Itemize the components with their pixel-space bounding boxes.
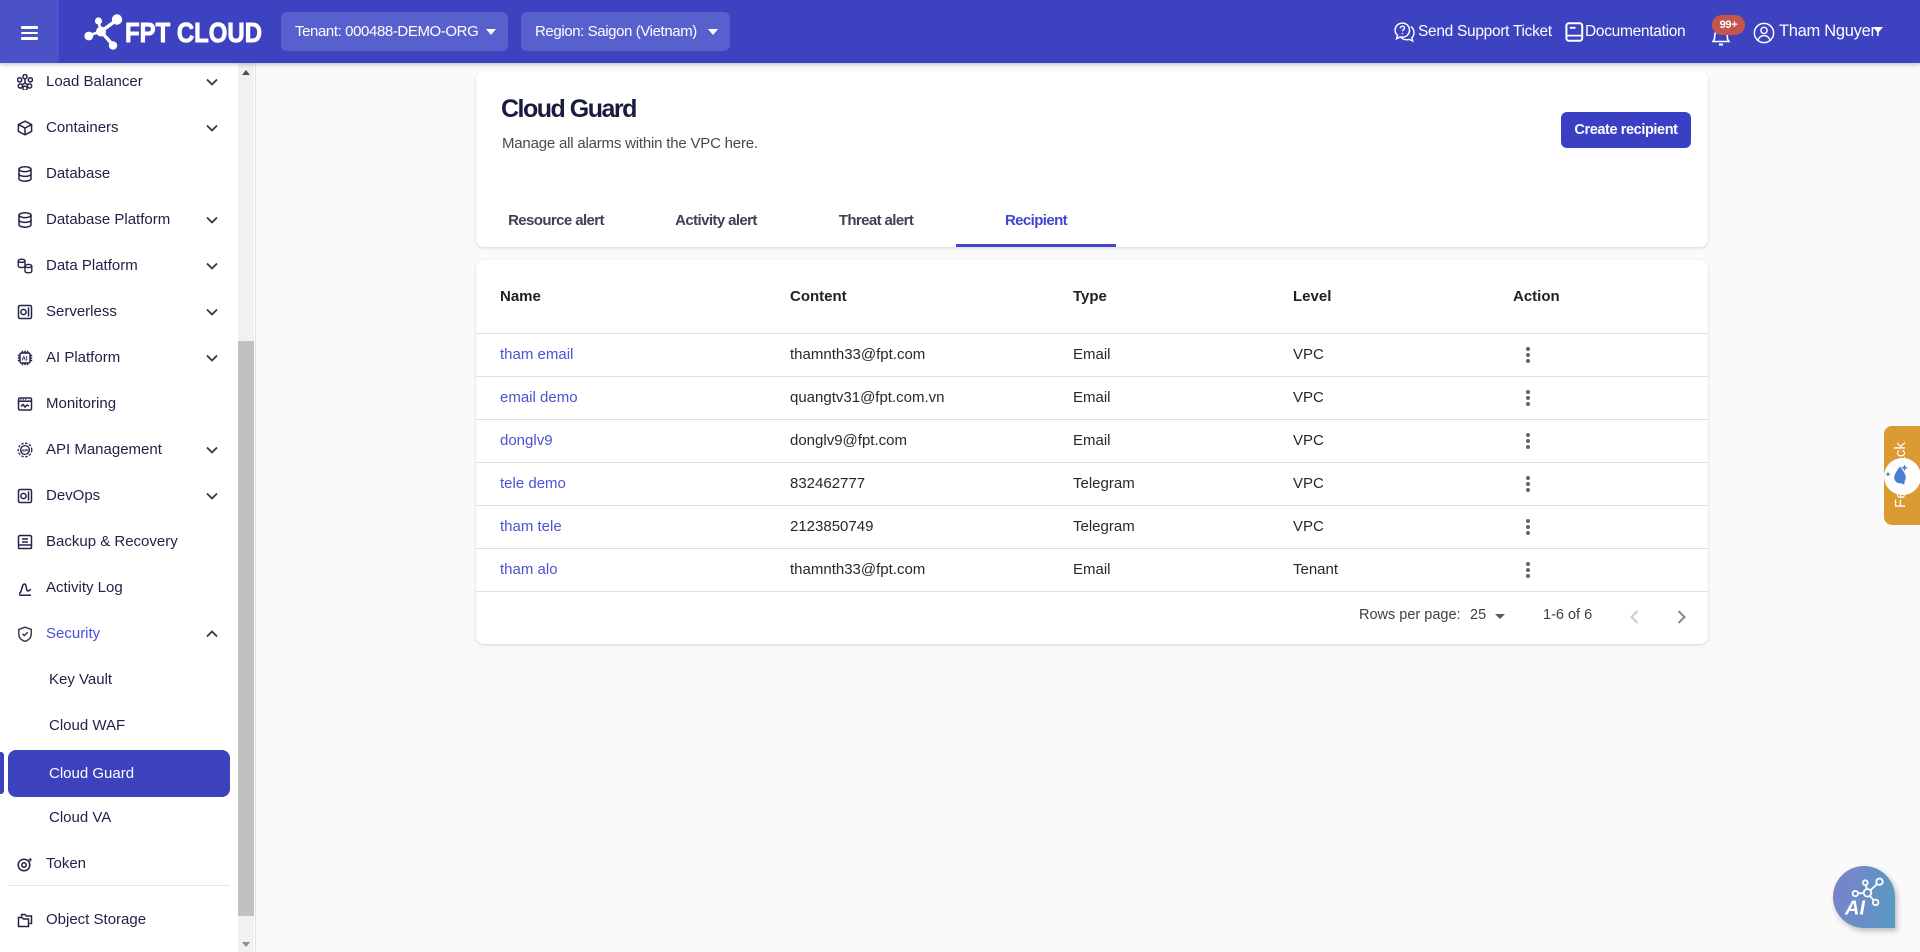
svg-text:AI: AI [1844, 898, 1865, 920]
svg-text:API: API [21, 448, 28, 453]
svg-text:AI: AI [22, 357, 28, 363]
svg-text:FPT CLOUD: FPT CLOUD [125, 17, 262, 48]
